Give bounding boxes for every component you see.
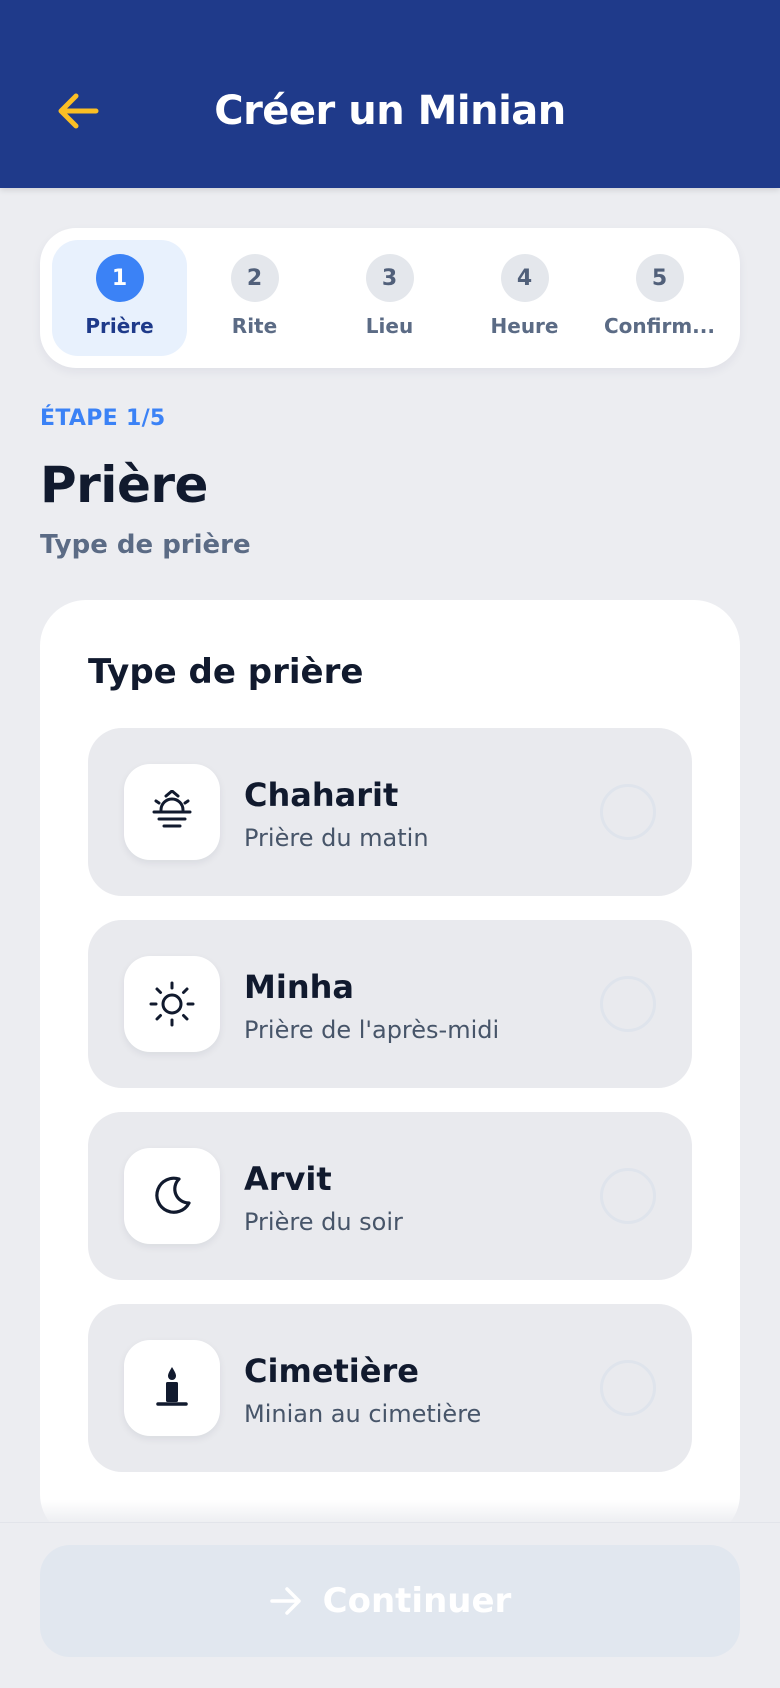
option-radio[interactable] bbox=[600, 1360, 656, 1416]
option-icon-tile bbox=[124, 956, 220, 1052]
option-arvit[interactable]: Arvit Prière du soir bbox=[88, 1112, 692, 1280]
option-description: Prière de l'après-midi bbox=[244, 1016, 500, 1044]
stepper: 1 Prière 2 Rite 3 Lieu 4 Heure 5 Confirm… bbox=[40, 228, 740, 368]
option-title: Chaharit bbox=[244, 776, 399, 814]
continue-button[interactable]: Continuer bbox=[40, 1545, 740, 1657]
option-minha[interactable]: Minha Prière de l'après-midi bbox=[88, 920, 692, 1088]
step-number: 2 bbox=[230, 254, 279, 302]
step-number: 1 bbox=[95, 254, 144, 302]
option-icon-tile bbox=[124, 1340, 220, 1436]
app-header: Créer un Minian bbox=[0, 0, 780, 188]
step-label: Rite bbox=[231, 314, 278, 338]
step-label: Heure bbox=[490, 314, 559, 338]
arrow-right-icon bbox=[269, 1587, 301, 1615]
app-screen: Créer un Minian 1 Prière 2 Rite 3 Lieu 4… bbox=[0, 0, 780, 1688]
sun-icon bbox=[149, 981, 195, 1027]
option-title: Arvit bbox=[244, 1160, 332, 1198]
header-title: Créer un Minian bbox=[214, 88, 566, 134]
bottom-fade bbox=[0, 1500, 780, 1524]
step-lieu[interactable]: 3 Lieu bbox=[322, 240, 457, 356]
option-icon-tile bbox=[124, 1148, 220, 1244]
option-description: Prière du soir bbox=[244, 1208, 403, 1236]
step-priere[interactable]: 1 Prière bbox=[52, 240, 187, 356]
option-title: Cimetière bbox=[244, 1352, 419, 1390]
step-rite[interactable]: 2 Rite bbox=[187, 240, 322, 356]
option-chaharit[interactable]: Chaharit Prière du matin bbox=[88, 728, 692, 896]
option-radio[interactable] bbox=[600, 976, 656, 1032]
step-confirmation[interactable]: 5 Confirm... bbox=[592, 240, 727, 356]
step-indicator: ÉTAPE 1/5 bbox=[40, 406, 166, 431]
page-title: Prière bbox=[40, 456, 208, 514]
continue-label: Continuer bbox=[322, 1581, 512, 1621]
step-label: Lieu bbox=[365, 314, 414, 338]
moon-icon bbox=[155, 1176, 191, 1214]
step-number: 5 bbox=[635, 254, 684, 302]
candle-icon bbox=[156, 1367, 188, 1406]
prayer-type-card: Type de prière Chaharit Prière du matin … bbox=[40, 600, 740, 1540]
card-title: Type de prière bbox=[88, 652, 364, 692]
option-cimetiere[interactable]: Cimetière Minian au cimetière bbox=[88, 1304, 692, 1472]
option-icon-tile bbox=[124, 764, 220, 860]
option-radio[interactable] bbox=[600, 1168, 656, 1224]
option-title: Minha bbox=[244, 968, 354, 1006]
step-number: 3 bbox=[365, 254, 414, 302]
step-label: Confirm... bbox=[604, 314, 715, 338]
option-description: Prière du matin bbox=[244, 824, 429, 852]
page-subtitle: Type de prière bbox=[40, 530, 251, 560]
option-description: Minian au cimetière bbox=[244, 1400, 482, 1428]
step-number: 4 bbox=[500, 254, 549, 302]
step-label: Prière bbox=[85, 314, 154, 338]
step-heure[interactable]: 4 Heure bbox=[457, 240, 592, 356]
bottom-bar: Continuer bbox=[0, 1522, 780, 1688]
sunrise-icon bbox=[152, 790, 192, 828]
option-radio[interactable] bbox=[600, 784, 656, 840]
